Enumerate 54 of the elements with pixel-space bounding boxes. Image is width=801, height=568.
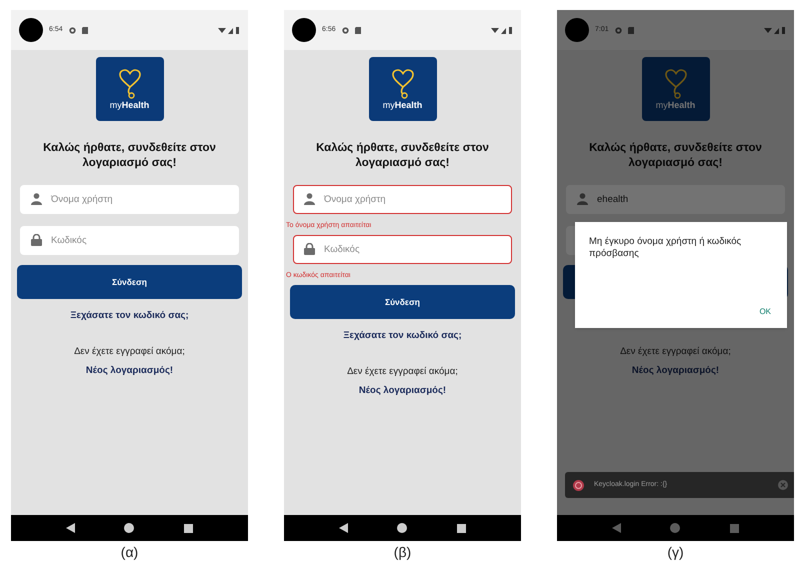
wifi-signal-battery-icon xyxy=(218,26,240,34)
register-prompt: Δεν έχετε εγγραφεί ακόμα; xyxy=(347,365,458,379)
password-field[interactable]: Κωδικός xyxy=(293,235,512,264)
register-prompt: Δεν έχετε εγγραφεί ακόμα; xyxy=(74,345,185,359)
camera-hole-icon xyxy=(565,18,589,42)
sd-card-icon xyxy=(82,26,88,34)
register-link[interactable]: Νέος λογαριασμός! xyxy=(358,384,446,398)
camera-hole-icon xyxy=(19,18,43,42)
register-link[interactable]: Νέος λογαριασμός! xyxy=(86,364,174,378)
camera-hole-icon xyxy=(292,18,316,42)
recents-icon xyxy=(730,524,740,532)
app-notification-icon xyxy=(614,26,622,34)
home-icon xyxy=(670,523,680,533)
app-notification-icon xyxy=(342,26,349,34)
home-icon xyxy=(124,523,134,533)
sd-card-icon xyxy=(628,26,634,34)
recents-icon xyxy=(184,524,194,532)
figure-caption: (γ) xyxy=(667,544,684,561)
username-field[interactable]: Όνομα χρήστη xyxy=(293,185,512,214)
wifi-signal-battery-icon xyxy=(764,26,786,34)
forgot-password-link[interactable]: Ξεχάσατε τον κωδικό σας; xyxy=(70,309,189,323)
person-icon xyxy=(304,193,315,205)
back-icon xyxy=(612,523,621,533)
login-button[interactable]: Σύνδεση xyxy=(290,285,515,319)
heart-stethoscope-icon xyxy=(392,68,414,98)
logo-text: myHealth xyxy=(656,100,696,110)
close-icon xyxy=(778,480,788,490)
forgot-password-link[interactable]: Ξεχάσατε τον κωδικό σας; xyxy=(343,329,462,343)
figure-caption: (β) xyxy=(394,544,412,561)
app-notification-icon xyxy=(68,26,76,34)
welcome-title: Καλώς ήρθατε, συνδεθείτε στον λογαριασμό σας! xyxy=(42,141,217,171)
lock-icon xyxy=(304,243,315,255)
wifi-signal-battery-icon xyxy=(491,26,513,34)
back-icon xyxy=(338,523,348,533)
back-icon xyxy=(66,523,75,533)
lock-icon xyxy=(31,234,42,246)
logo-text: myHealth xyxy=(382,100,422,110)
dialog-message: Μη έγκυρο όνομα χρήστη ή κωδικός πρόσβασης xyxy=(589,236,742,260)
figure-caption: (α) xyxy=(120,544,138,561)
heart-stethoscope-icon xyxy=(118,68,140,98)
person-icon xyxy=(31,193,42,205)
welcome-title: Καλώς ήρθατε, συνδεθείτε στον λογαριασμό σας! xyxy=(588,141,763,171)
register-prompt: Δεν έχετε εγγραφεί ακόμα; xyxy=(620,345,731,359)
heart-stethoscope-icon xyxy=(664,68,686,98)
login-button[interactable]: Σύνδεση xyxy=(17,265,242,299)
recents-icon xyxy=(457,524,466,532)
sd-card-icon xyxy=(354,26,361,34)
welcome-title: Καλώς ήρθατε, συνδεθείτε στον λογαριασμό σας! xyxy=(315,141,490,171)
alert-icon xyxy=(573,480,584,490)
ok-button[interactable]: OK xyxy=(757,306,773,318)
home-icon xyxy=(397,523,408,533)
person-icon xyxy=(577,193,588,205)
logo-text: myHealth xyxy=(110,100,150,110)
username-field[interactable]: ehealth xyxy=(566,185,785,214)
